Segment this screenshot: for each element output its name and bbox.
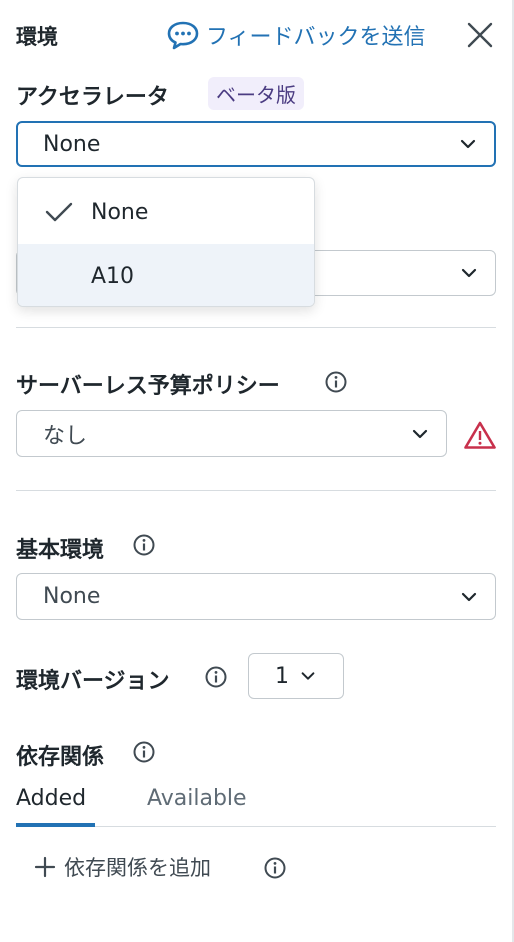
close-icon[interactable] (466, 21, 494, 49)
info-icon[interactable] (132, 533, 156, 557)
chevron-down-icon (461, 268, 477, 278)
dependencies-label: 依存関係 (16, 745, 105, 770)
tab-available[interactable]: Available (147, 786, 247, 811)
feedback-bubble-icon (167, 21, 199, 50)
feedback-link-label: フィードバックを送信 (206, 25, 426, 50)
environment-version-label: 環境バージョン (16, 669, 170, 694)
chevron-down-icon (460, 139, 476, 149)
chevron-down-icon (412, 429, 428, 438)
info-icon[interactable] (204, 665, 228, 689)
dropdown-option-label: None (91, 199, 149, 225)
environment-version-value: 1 (275, 663, 289, 689)
environment-version-select[interactable]: 1 (248, 653, 344, 699)
dropdown-option-a10[interactable]: A10 (18, 244, 314, 306)
info-icon[interactable] (132, 740, 156, 764)
add-dependency-label: 依存関係を追加 (64, 856, 211, 880)
add-dependency-button[interactable]: 依存関係を追加 (34, 852, 211, 882)
accelerator-dropdown-menu: None A10 (17, 177, 315, 307)
accelerator-select-value: None (43, 131, 101, 157)
plus-icon (34, 856, 56, 878)
budget-policy-select[interactable]: なし (16, 410, 447, 457)
accelerator-label: アクセラレータ (16, 85, 169, 110)
base-environment-label: 基本環境 (16, 538, 105, 563)
dropdown-option-none[interactable]: None (18, 180, 314, 244)
accelerator-select[interactable]: None (16, 121, 496, 167)
chevron-down-icon (461, 592, 477, 601)
panel-title: 環境 (16, 25, 58, 49)
section-divider (16, 327, 496, 328)
budget-policy-select-value: なし (43, 423, 88, 449)
base-environment-select[interactable]: None (16, 573, 496, 620)
warning-icon (464, 421, 496, 449)
budget-policy-label: サーバーレス予算ポリシー (16, 374, 280, 399)
active-tab-indicator (16, 823, 95, 827)
chevron-down-icon (301, 672, 315, 680)
tab-added[interactable]: Added (16, 786, 86, 811)
base-environment-select-value: None (43, 584, 101, 609)
beta-badge: ベータ版 (208, 77, 304, 110)
check-icon (45, 202, 73, 222)
dropdown-option-label: A10 (91, 263, 135, 289)
info-icon[interactable] (324, 370, 348, 394)
info-icon[interactable] (263, 856, 287, 880)
section-divider (16, 490, 496, 491)
environment-panel: 環境 フィードバックを送信 アクセラレータ ベータ版 None サーバーレス予算… (0, 0, 514, 942)
feedback-link[interactable]: フィードバックを送信 (166, 19, 426, 51)
